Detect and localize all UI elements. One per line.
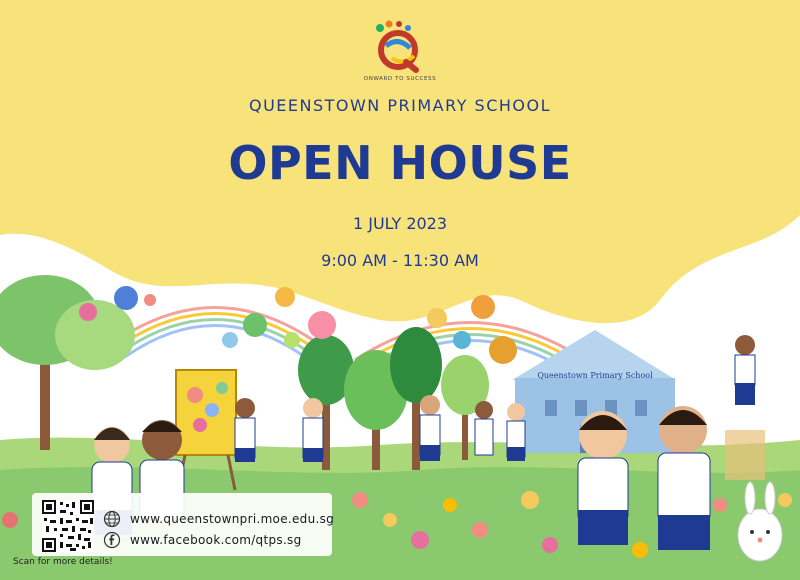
school-logo: ONWARD TO SUCCESS (364, 20, 436, 82)
school-name: QUEENSTOWN PRIMARY SCHOOL (248, 96, 552, 115)
rainbow-left (109, 306, 321, 359)
scan-note: Scan for more details! (13, 557, 113, 567)
facebook-icon (103, 531, 121, 549)
building-sign: Queenstown Primary School (537, 371, 653, 380)
facebook-link-row[interactable]: www.facebook.com/qtps.sg (103, 530, 302, 550)
event-time: 9:00 AM - 11:30 AM (321, 251, 479, 270)
website-url[interactable]: www.queenstownpri.moe.edu.sg (130, 512, 334, 526)
website-link-row[interactable]: www.queenstownpri.moe.edu.sg (103, 509, 334, 529)
qr-code[interactable] (42, 500, 94, 552)
facebook-url[interactable]: www.facebook.com/qtps.sg (130, 533, 302, 547)
event-date: 1 JULY 2023 (352, 214, 448, 233)
event-title: OPEN HOUSE (228, 136, 572, 190)
open-house-poster: Queenstown Primary School ONWARD TO SUCC… (0, 0, 800, 580)
logo-motto: ONWARD TO SUCCESS (364, 76, 436, 82)
globe-icon (103, 510, 121, 528)
